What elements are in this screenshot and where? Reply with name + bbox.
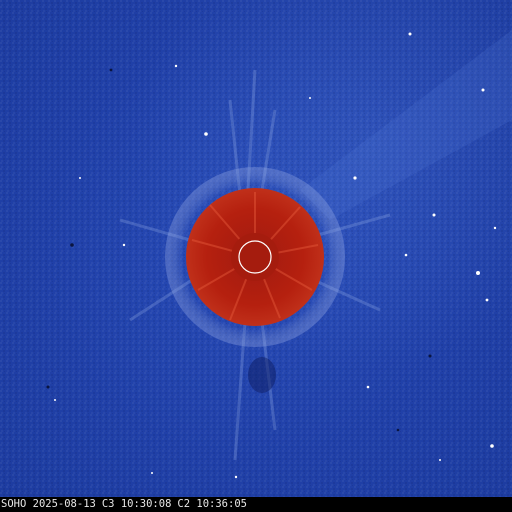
coronagraph-image: SOHO 2025-08-13 C3 10:30:08 C2 10:36:05 (0, 0, 512, 512)
sky-background (0, 0, 512, 497)
date-label: 2025-08-13 (32, 498, 96, 510)
occulter-core (231, 233, 279, 281)
caption-bar: SOHO 2025-08-13 C3 10:30:08 C2 10:36:05 (0, 497, 512, 512)
c2-label: C2 (177, 498, 191, 510)
dark-patch (248, 357, 276, 393)
coronagraph-scene (0, 0, 512, 497)
c2-time: 10:36:05 (196, 498, 247, 510)
c3-label: C3 (101, 498, 115, 510)
observatory-label: SOHO (1, 498, 27, 510)
c3-time: 10:30:08 (120, 498, 172, 510)
